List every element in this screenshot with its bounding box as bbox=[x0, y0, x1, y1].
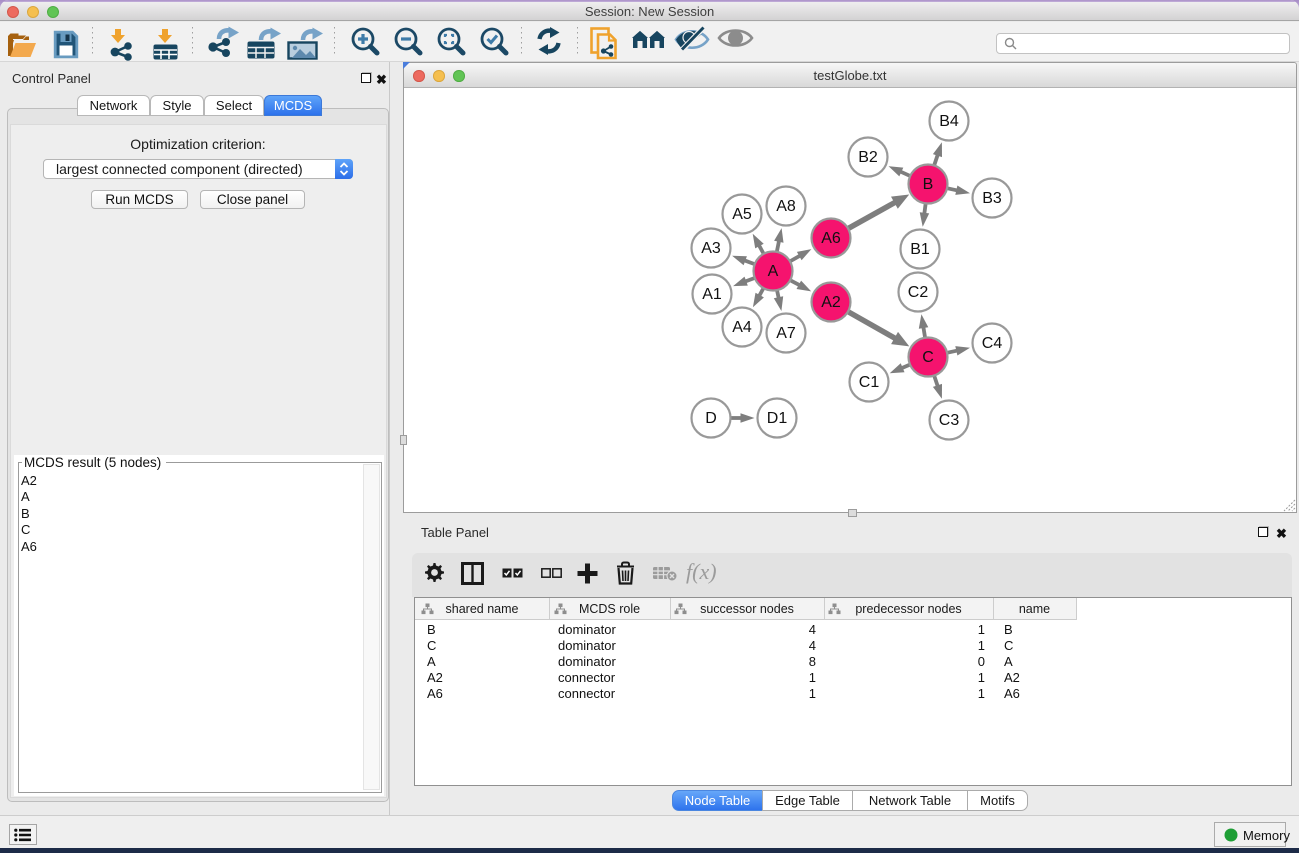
svg-text:A3: A3 bbox=[701, 240, 721, 257]
svg-text:D: D bbox=[705, 410, 717, 427]
svg-text:C2: C2 bbox=[908, 284, 929, 301]
svg-text:A8: A8 bbox=[776, 198, 796, 215]
svg-text:C: C bbox=[922, 349, 934, 366]
svg-text:A: A bbox=[768, 263, 779, 280]
svg-text:A7: A7 bbox=[776, 325, 796, 342]
svg-text:A4: A4 bbox=[732, 319, 752, 336]
svg-text:C1: C1 bbox=[859, 374, 880, 391]
svg-text:C4: C4 bbox=[982, 335, 1003, 352]
svg-text:B1: B1 bbox=[910, 241, 930, 258]
svg-text:A5: A5 bbox=[732, 206, 752, 223]
svg-text:A2: A2 bbox=[821, 294, 841, 311]
svg-text:A1: A1 bbox=[702, 286, 722, 303]
svg-text:B2: B2 bbox=[858, 149, 878, 166]
svg-text:B4: B4 bbox=[939, 113, 959, 130]
svg-text:C3: C3 bbox=[939, 412, 960, 429]
svg-text:B: B bbox=[923, 176, 934, 193]
svg-text:D1: D1 bbox=[767, 410, 788, 427]
svg-text:B3: B3 bbox=[982, 190, 1002, 207]
svg-text:A6: A6 bbox=[821, 230, 841, 247]
